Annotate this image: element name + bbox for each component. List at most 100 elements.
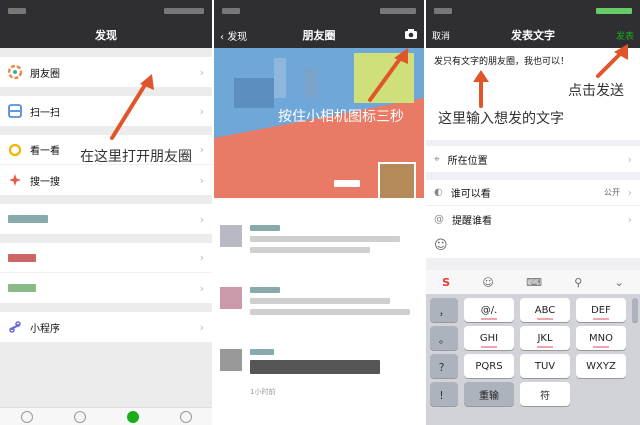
key[interactable]: JKL — [520, 326, 570, 350]
tab-me-icon[interactable] — [179, 410, 192, 423]
menu-group-blurred-2: › › — [0, 243, 212, 303]
location-row[interactable]: ⌖ 所在位置 › — [426, 146, 640, 172]
annotation-text: 按住小相机图标三秒 — [278, 109, 404, 125]
chevron-right-icon: › — [199, 104, 204, 118]
post-text-input[interactable]: 发只有文字的朋友圈，我也可以！ — [434, 57, 569, 67]
ime-logo-icon[interactable]: S — [442, 276, 450, 289]
menu-item-blurred[interactable]: › — [0, 204, 212, 234]
nav-bar: ‹ 发现 朋友圈 — [214, 22, 424, 48]
avatar[interactable] — [220, 349, 242, 371]
discover-screen: 发现 朋友圈 › 扫一扫 › 看一看 › 搜一搜 › › › › 小程序 › 在… — [0, 0, 212, 425]
cancel-button[interactable]: 取消 — [432, 29, 450, 42]
annotation-text: 在这里打开朋友圈 — [80, 149, 192, 165]
profile-avatar[interactable] — [378, 162, 416, 200]
emoji-icon[interactable]: ☺ — [434, 238, 448, 253]
chevron-right-icon: › — [199, 281, 204, 295]
look-icon — [8, 143, 22, 157]
annotation-text: 点击发送 — [568, 83, 624, 99]
key[interactable]: ！ — [430, 382, 458, 406]
key[interactable]: DEF — [576, 298, 626, 322]
key[interactable]: ， — [430, 298, 458, 322]
annotation-arrow — [110, 74, 154, 140]
avatar[interactable] — [220, 287, 242, 309]
chevron-right-icon: › — [199, 173, 204, 187]
moments-screen: ‹ 发现 朋友圈 按住小相机图标三秒 1小时前 — [214, 0, 424, 425]
menu-group-mini-program: 小程序 › — [0, 312, 212, 342]
back-button[interactable]: ‹ 发现 — [220, 28, 247, 43]
remind-label: 提醒谁看 — [452, 215, 492, 227]
delete-icon[interactable] — [632, 298, 638, 322]
annotation-arrow — [368, 48, 408, 102]
key[interactable]: WXYZ — [576, 354, 626, 378]
key[interactable]: GHI — [464, 326, 514, 350]
who-can-see-value: 公开 — [604, 188, 620, 197]
status-bar — [426, 0, 640, 22]
who-can-see-row[interactable]: ◐ 谁可以看 公开 › — [426, 180, 640, 206]
emoji-row: ☺ — [426, 232, 640, 258]
tab-contacts-icon[interactable] — [73, 410, 86, 423]
annotation-text: 这里输入想发的文字 — [438, 111, 564, 127]
key[interactable]: 符 — [520, 382, 570, 406]
tab-chats-icon[interactable] — [20, 410, 33, 423]
username-label — [334, 180, 360, 187]
feed-post[interactable] — [214, 277, 424, 339]
search-icon[interactable]: ⚲ — [574, 276, 582, 289]
globe-icon: ◐ — [434, 187, 443, 198]
emoji-icon[interactable]: ☺ — [482, 276, 493, 289]
chevron-right-icon: › — [627, 186, 632, 199]
menu-item-label: 搜一搜 — [30, 176, 60, 188]
menu-group-blurred-1: › — [0, 204, 212, 234]
search-icon — [8, 173, 22, 187]
key[interactable]: @/. — [464, 298, 514, 322]
menu-item-blurred[interactable]: › — [0, 273, 212, 303]
keyboard: S ☺ ⌨ ⚲ ⌄ ， 。 ？ ！ @/. ABC DEF GHI JKL MN… — [426, 270, 640, 425]
chevron-right-icon: › — [199, 320, 204, 334]
key[interactable]: 重输 — [464, 382, 514, 406]
moments-feed: 1小时前 — [214, 215, 424, 401]
menu-item-search[interactable]: 搜一搜 › — [0, 165, 212, 195]
menu-item-label: 朋友圈 — [30, 68, 60, 80]
menu-item-label: 扫一扫 — [30, 107, 60, 119]
feed-post[interactable] — [214, 215, 424, 277]
status-bar — [0, 0, 212, 22]
key[interactable]: ？ — [430, 354, 458, 378]
chevron-right-icon: › — [627, 152, 632, 166]
moments-icon — [8, 65, 22, 79]
key[interactable]: 。 — [430, 326, 458, 350]
keyboard-toolbar: S ☺ ⌨ ⚲ ⌄ — [426, 270, 640, 294]
chevron-right-icon: › — [199, 65, 204, 79]
tab-bar — [0, 407, 212, 425]
mini-program-icon — [8, 320, 22, 334]
camera-icon[interactable] — [404, 28, 418, 43]
back-label: 发现 — [227, 31, 248, 43]
annotation-arrow — [473, 70, 489, 108]
location-label: 所在位置 — [447, 155, 488, 167]
status-bar — [214, 0, 424, 22]
key[interactable]: PQRS — [464, 354, 514, 378]
clipboard-icon[interactable]: ⌨ — [526, 276, 542, 289]
chevron-right-icon: › — [627, 212, 632, 226]
chevron-right-icon: › — [199, 143, 204, 156]
tab-discover-icon[interactable] — [126, 410, 139, 423]
page-title: 发表文字 — [511, 29, 555, 42]
remind-row[interactable]: @ 提醒谁看 › — [426, 206, 640, 232]
scan-icon — [8, 104, 22, 118]
menu-item-label: 小程序 — [30, 323, 60, 335]
chevron-right-icon: › — [199, 251, 204, 264]
avatar[interactable] — [220, 225, 242, 247]
post-time: 1小时前 — [250, 388, 276, 396]
key[interactable]: ABC — [520, 298, 570, 322]
publish-button[interactable]: 发表 — [616, 29, 634, 42]
collapse-icon[interactable]: ⌄ — [615, 276, 624, 289]
menu-item-label: 看一看 — [30, 146, 60, 157]
location-icon: ⌖ — [434, 153, 440, 165]
menu-item-mini-program[interactable]: 小程序 › — [0, 312, 212, 342]
annotation-arrow — [596, 44, 628, 78]
nav-bar: 发现 — [0, 22, 212, 48]
at-icon: @ — [434, 213, 444, 225]
feed-post[interactable]: 1小时前 — [214, 339, 424, 401]
page-title: 发现 — [95, 29, 117, 42]
menu-item-blurred[interactable]: › — [0, 243, 212, 273]
key[interactable]: MNO — [576, 326, 626, 350]
key[interactable]: TUV — [520, 354, 570, 378]
